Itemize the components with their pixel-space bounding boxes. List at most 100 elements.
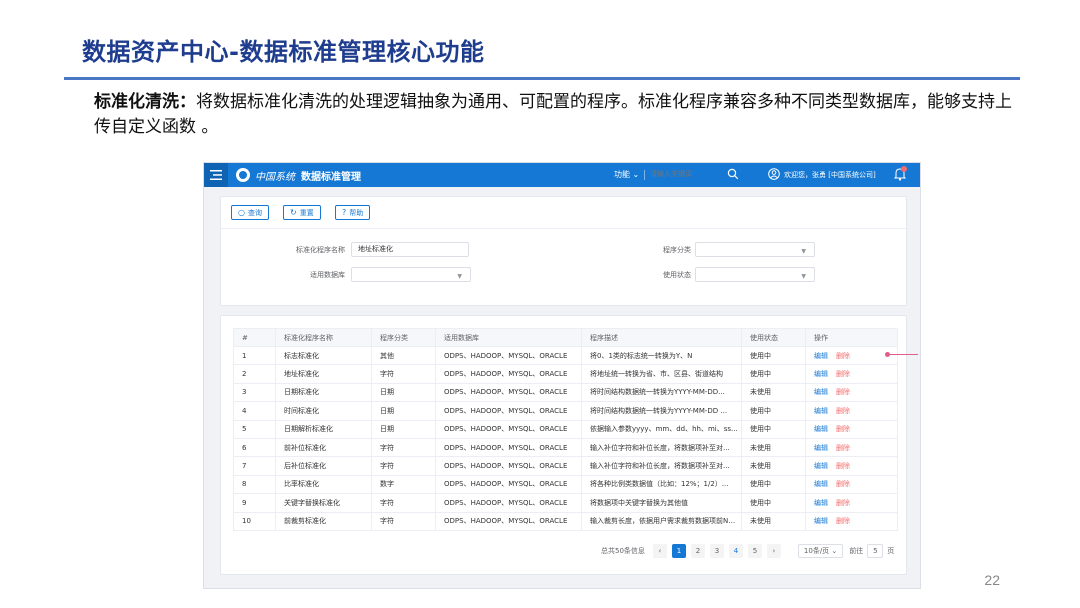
edit-link[interactable]: 编辑 [814,480,828,488]
delete-link[interactable]: 删除 [836,425,850,433]
table-cell: 前裁剪标准化 [275,511,372,531]
delete-link[interactable]: 删除 [836,517,850,525]
table-cell: 后补位标准化 [275,456,372,476]
delete-link[interactable]: 删除 [836,370,850,378]
delete-link[interactable]: 删除 [836,388,850,396]
caret-down-icon: ▼ [457,273,462,280]
edit-link[interactable]: 编辑 [814,370,828,378]
page-button[interactable]: 4 [728,544,743,558]
actions-cell: 编辑 删除 [805,493,898,513]
caret-down-icon: ▼ [801,273,806,280]
table-cell: 关键字替换标准化 [275,493,372,513]
delete-link[interactable]: 删除 [836,480,850,488]
edit-link[interactable]: 编辑 [814,517,828,525]
reset-button-label: 重置 [299,208,314,217]
edit-link[interactable]: 编辑 [814,462,828,470]
table-cell: 日期 [371,401,436,421]
edit-link[interactable]: 编辑 [814,444,828,452]
query-button[interactable]: ○ 查询 [231,205,269,220]
page-number: 22 [984,572,1000,588]
table-cell: 未使用 [741,382,806,403]
column-header: 操作 [805,328,898,347]
table-cell: 字符 [371,364,436,384]
slide-intro: 标准化清洗：将数据标准化清洗的处理逻辑抽象为通用、可配置的程序。标准化程序兼容多… [94,90,1024,140]
column-header: 使用状态 [741,328,806,347]
chevron-down-icon: ⌄ [831,547,838,555]
column-header: 程序描述 [581,328,742,347]
table-cell: 将地址统一转换为省、市、区县、街道结构 [581,364,742,384]
page-jump-input[interactable]: 5 [867,544,884,558]
actions-cell: 编辑 删除 [805,511,898,531]
user-icon[interactable] [768,168,780,183]
edit-link[interactable]: 编辑 [814,352,828,360]
search-icon: ○ [238,208,245,217]
table-row: 4 时间标准化 日期 ODPS、HADOOP、MYSQL、ORACLE 将时间结构数据统… [233,401,898,421]
program-name-label: 标准化程序名称 [296,246,345,254]
delete-link[interactable]: 删除 [836,499,850,507]
table-cell: 未使用 [741,437,806,458]
table-row: 6 前补位标准化 字符 ODPS、HADOOP、MYSQL、ORACLE 输入补位字符和… [233,437,898,458]
table-cell: 7 [233,456,276,476]
next-page-button[interactable]: › [766,544,781,558]
page-button[interactable]: 2 [690,544,705,558]
page-button[interactable]: 5 [747,544,762,558]
annotation-line [888,354,918,355]
table-header-row: # 标准化程序名称 程序分类 适用数据库 程序描述 使用状态 操作 [233,328,898,347]
table-row: 7 后补位标准化 字符 ODPS、HADOOP、MYSQL、ORACLE 输入补位字符和… [233,456,898,476]
table-row: 10 前裁剪标准化 字符 ODPS、HADOOP、MYSQL、ORACLE 输入裁剪长度… [233,511,898,531]
table-cell: 将时间结构数据统一转换为YYYY-MM-DD... [581,382,742,403]
delete-link[interactable]: 删除 [836,352,850,360]
database-label: 适用数据库 [310,271,345,279]
prev-page-button[interactable]: ‹ [652,544,667,558]
database-select[interactable]: ▼ [351,267,471,282]
function-menu[interactable]: 功能 ⌄ [614,169,639,180]
actions-cell: 编辑 删除 [805,401,898,421]
logo-icon [236,168,250,182]
function-menu-label: 功能 [614,170,630,179]
table-cell: ODPS、HADOOP、MYSQL、ORACLE [435,419,582,439]
table-cell: 使用中 [741,419,806,439]
table-cell: 将0、1类的标志统一转换为Y、N [581,345,742,366]
edit-link[interactable]: 编辑 [814,388,828,396]
table-cell: ODPS、HADOOP、MYSQL、ORACLE [435,382,582,403]
delete-link[interactable]: 删除 [836,407,850,415]
program-category-select[interactable]: ▼ [695,242,815,257]
help-button[interactable]: ? 帮助 [335,205,371,220]
table-cell: 依据输入参数yyyy、mm、dd、hh、mi、ss... [581,419,742,439]
edit-link[interactable]: 编辑 [814,407,828,415]
delete-link[interactable]: 删除 [836,444,850,452]
delete-link[interactable]: 删除 [836,462,850,470]
edit-link[interactable]: 编辑 [814,499,828,507]
page-button[interactable]: 1 [671,544,686,558]
table-cell: 9 [233,493,276,513]
table-panel: # 标准化程序名称 程序分类 适用数据库 程序描述 使用状态 操作 1 标志标准化 其他 ODPS… [220,315,907,575]
top-navbar: 中国系统 数据标准管理 功能 ⌄ 欢迎您，张勇 [中国系统公司] [204,163,920,187]
table-cell: 字符 [371,511,436,531]
actions-cell: 编辑 删除 [805,345,898,366]
menu-icon[interactable] [204,163,228,187]
page-size-select[interactable]: 10条/页 ⌄ [797,544,844,558]
module-title: 数据标准管理 [301,171,361,183]
programs-table: # 标准化程序名称 程序分类 适用数据库 程序描述 使用状态 操作 1 标志标准化 其他 ODPS… [233,328,898,531]
table-cell: 未使用 [741,456,806,476]
table-row: 3 日期标准化 日期 ODPS、HADOOP、MYSQL、ORACLE 将时间结构数据统… [233,382,898,403]
caret-down-icon: ▼ [801,248,806,255]
table-row: 9 关键字替换标准化 字符 ODPS、HADOOP、MYSQL、ORACLE 将数据项中… [233,493,898,513]
program-name-input[interactable]: 地址标准化 [351,242,469,257]
status-select[interactable]: ▼ [695,267,815,282]
app-window: 中国系统 数据标准管理 功能 ⌄ 欢迎您，张勇 [中国系统公司] ○查询 ↻重置… [203,162,921,589]
page-list: 12345 [671,544,767,558]
reset-button[interactable]: ↻ 重置 [283,205,321,220]
edit-link[interactable]: 编辑 [814,425,828,433]
page-button[interactable]: 3 [709,544,724,558]
help-button-label: 帮助 [349,208,364,217]
table-cell: ODPS、HADOOP、MYSQL、ORACLE [435,437,582,458]
table-cell: 使用中 [741,401,806,421]
table-cell: ODPS、HADOOP、MYSQL、ORACLE [435,456,582,476]
intro-text: 将数据标准化清洗的处理逻辑抽象为通用、可配置的程序。标准化程序兼容多种不同类型数… [94,92,1012,137]
table-cell: 未使用 [741,511,806,531]
table-cell: ODPS、HADOOP、MYSQL、ORACLE [435,511,582,531]
table-cell: ODPS、HADOOP、MYSQL、ORACLE [435,401,582,421]
search-icon[interactable] [727,168,739,183]
help-icon: ? [342,208,347,217]
